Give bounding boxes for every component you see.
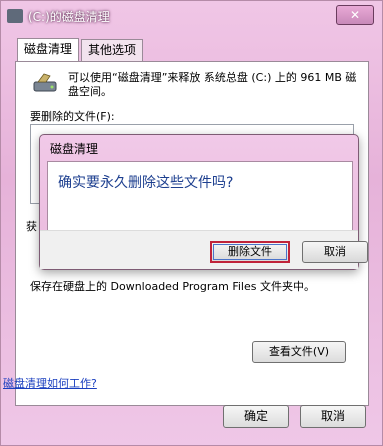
help-link[interactable]: 磁盘清理如何工作? xyxy=(3,375,97,391)
tab-more-options[interactable]: 其他选项 xyxy=(81,39,144,61)
dialog-title: 磁盘清理 xyxy=(50,142,99,156)
space-description: 可以使用“磁盘清理”来释放 系统总盘 (C:) 上的 961 MB 磁盘空间。 xyxy=(68,71,357,98)
close-button[interactable]: ✕ xyxy=(336,5,374,25)
dialog-footer: 删除文件 取消 xyxy=(40,230,368,269)
tab-strip: 磁盘清理 其他选项 xyxy=(17,38,145,62)
ok-button[interactable]: 确定 xyxy=(223,405,289,428)
file-description: 保存在硬盘上的 Downloaded Program Files 文件夹中。 xyxy=(30,280,315,293)
tab-disk-cleanup[interactable]: 磁盘清理 xyxy=(17,38,80,62)
confirm-dialog: 磁盘清理 确实要永久删除这些文件吗? 删除文件 取消 xyxy=(39,134,368,270)
disk-icon xyxy=(7,9,23,23)
delete-files-button[interactable]: 删除文件 xyxy=(210,241,290,263)
disk-cleanup-window: (C:)的磁盘清理 ✕ 磁盘清理 其他选项 可以使用“磁盘清理”来释放 系统总盘… xyxy=(0,0,383,446)
description-heading-fragment: 获 xyxy=(26,220,37,233)
dialog-cancel-button[interactable]: 取消 xyxy=(302,241,368,263)
view-files-button[interactable]: 查看文件(V) xyxy=(252,341,346,363)
title-bar: (C:)的磁盘清理 ✕ xyxy=(1,1,382,31)
window-title: (C:)的磁盘清理 xyxy=(28,10,110,24)
cancel-button[interactable]: 取消 xyxy=(300,405,366,428)
confirm-question: 确实要永久删除这些文件吗? xyxy=(58,175,234,191)
disk-cleanup-icon xyxy=(33,73,57,92)
files-to-delete-label: 要删除的文件(F): xyxy=(30,110,115,123)
